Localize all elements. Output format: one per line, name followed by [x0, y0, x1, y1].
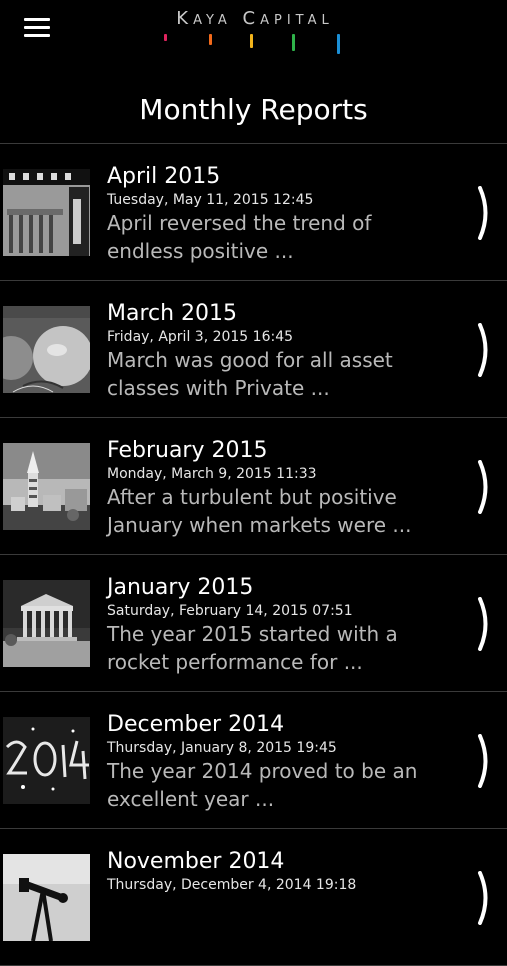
report-thumbnail [3, 169, 90, 256]
report-title: November 2014 [107, 849, 285, 874]
logo-text: Kaya Capital [176, 8, 334, 29]
report-excerpt-line: endless positive ... [107, 239, 294, 263]
report-title: April 2015 [107, 164, 221, 189]
report-thumbnail [3, 717, 90, 804]
report-excerpt-line: April reversed the trend of [107, 211, 372, 235]
logo-mark-blue [337, 34, 340, 54]
report-list-item[interactable]: April 2015 Tuesday, May 11, 2015 12:45 A… [0, 144, 507, 281]
chevron-right-icon[interactable] [477, 734, 495, 788]
menu-bar [24, 34, 50, 37]
report-list-item[interactable]: March 2015 Friday, April 3, 2015 16:45 M… [0, 281, 507, 418]
menu-bar [24, 26, 50, 29]
chevron-right-icon[interactable] [477, 323, 495, 377]
report-excerpt-line: rocket performance for ... [107, 650, 363, 674]
logo-mark-yellow [250, 34, 253, 48]
report-title: December 2014 [107, 712, 285, 737]
report-list: April 2015 Tuesday, May 11, 2015 12:45 A… [0, 144, 507, 966]
report-excerpt: After a turbulent but positive January w… [107, 483, 462, 539]
kaya-capital-logo: Kaya Capital [140, 6, 370, 56]
report-date: Saturday, February 14, 2015 07:51 [107, 603, 353, 619]
report-title: February 2015 [107, 438, 268, 463]
logo-mark-orange [209, 34, 212, 45]
report-thumbnail [3, 306, 90, 393]
report-list-item[interactable]: January 2015 Saturday, February 14, 2015… [0, 555, 507, 692]
app-header: Kaya Capital [0, 0, 507, 80]
report-excerpt-line: classes with Private ... [107, 376, 330, 400]
page-title: Monthly Reports [139, 93, 368, 126]
report-thumbnail [3, 854, 90, 941]
report-list-item[interactable]: February 2015 Monday, March 9, 2015 11:3… [0, 418, 507, 555]
chevron-right-icon[interactable] [477, 597, 495, 651]
report-excerpt: March was good for all asset classes wit… [107, 346, 462, 402]
report-excerpt: April reversed the trend of endless posi… [107, 209, 462, 265]
report-excerpt-line: excellent year ... [107, 787, 275, 811]
menu-bar [24, 18, 50, 21]
report-excerpt-line: The year 2014 proved to be an [107, 759, 418, 783]
chevron-right-icon[interactable] [477, 871, 495, 925]
report-date: Friday, April 3, 2015 16:45 [107, 329, 294, 345]
report-list-item[interactable]: November 2014 Thursday, December 4, 2014… [0, 829, 507, 966]
report-title: March 2015 [107, 301, 238, 326]
report-list-item[interactable]: December 2014 Thursday, January 8, 2015 … [0, 692, 507, 829]
report-title: January 2015 [107, 575, 254, 600]
report-excerpt-line: January when markets were ... [107, 513, 412, 537]
logo-mark-green [292, 34, 295, 51]
report-thumbnail [3, 580, 90, 667]
report-excerpt-line: The year 2015 started with a [107, 622, 398, 646]
report-excerpt-line: After a turbulent but positive [107, 485, 397, 509]
report-date: Monday, March 9, 2015 11:33 [107, 466, 317, 482]
report-excerpt: The year 2015 started with a rocket perf… [107, 620, 462, 676]
report-date: Tuesday, May 11, 2015 12:45 [107, 192, 314, 208]
chevron-right-icon[interactable] [477, 186, 495, 240]
report-thumbnail [3, 443, 90, 530]
report-date: Thursday, January 8, 2015 19:45 [107, 740, 337, 756]
report-excerpt-line: March was good for all asset [107, 348, 393, 372]
report-date: Thursday, December 4, 2014 19:18 [107, 877, 357, 893]
logo-mark-red [164, 34, 167, 41]
hamburger-menu-icon[interactable] [24, 16, 52, 38]
report-excerpt: The year 2014 proved to be an excellent … [107, 757, 462, 813]
chevron-right-icon[interactable] [477, 460, 495, 514]
